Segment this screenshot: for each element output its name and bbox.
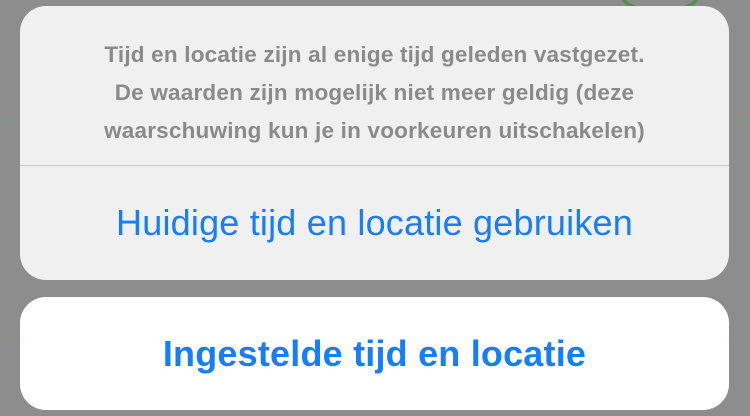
keep-set-time-location-label: Ingestelde tijd en locatie: [162, 332, 587, 374]
alert-message-line: waarschuwing kun je in voorkeuren uitsch…: [104, 118, 645, 143]
use-current-time-location-label: Huidige tijd en locatie gebruiken: [116, 202, 633, 243]
alert-message-line: De waarden zijn mogelijk niet meer geldi…: [114, 80, 635, 105]
alert-message-line: Tijd en locatie zijn al enige tijd geled…: [104, 42, 645, 67]
keep-set-time-location-button[interactable]: Ingestelde tijd en locatie: [20, 297, 729, 410]
use-current-time-location-button[interactable]: Huidige tijd en locatie gebruiken: [20, 166, 729, 280]
action-sheet: Tijd en locatie zijn al enige tijd geled…: [20, 6, 729, 280]
alert-message: Tijd en locatie zijn al enige tijd geled…: [20, 6, 729, 165]
